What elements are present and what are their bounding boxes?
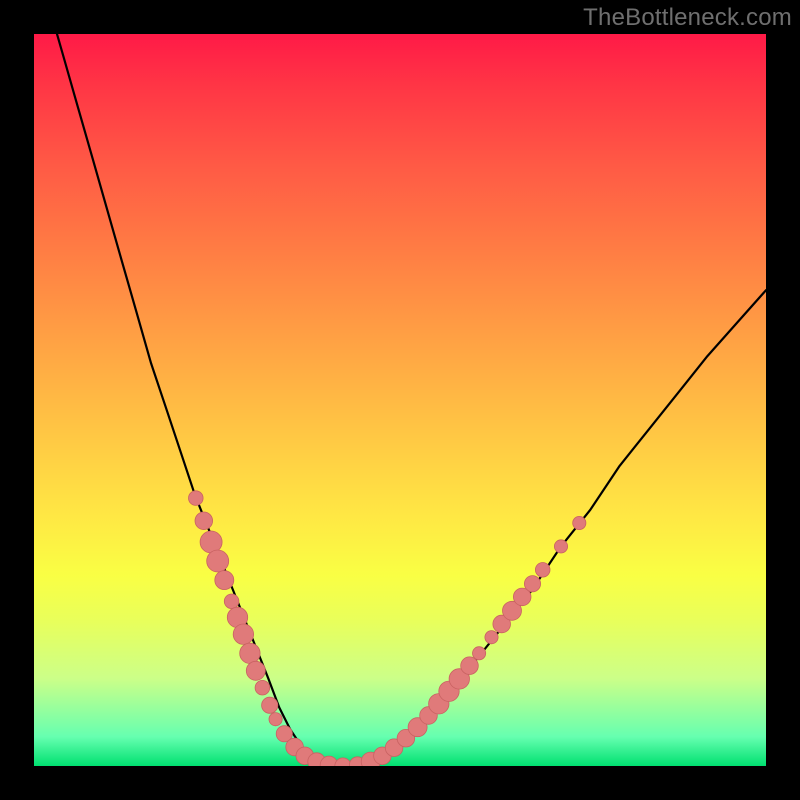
watermark-text: TheBottleneck.com	[583, 4, 792, 32]
bottleneck-curve	[34, 34, 766, 766]
bead-point	[240, 643, 260, 663]
bead-point	[207, 550, 229, 572]
outer-frame: TheBottleneck.com	[0, 0, 800, 800]
bead-point	[233, 624, 253, 644]
bead-point	[461, 657, 479, 675]
chart-svg	[34, 34, 766, 766]
bead-point	[255, 680, 270, 695]
bead-point	[535, 563, 550, 578]
bead-point	[215, 571, 234, 590]
bead-point	[269, 713, 282, 726]
bead-point	[195, 512, 213, 530]
bead-point	[554, 540, 567, 553]
bead-point	[524, 576, 540, 592]
bead-point	[246, 661, 265, 680]
bead-point	[485, 631, 498, 644]
bead-point	[262, 697, 278, 713]
bead-point	[573, 516, 586, 529]
bead-point	[224, 594, 239, 609]
plot-area	[34, 34, 766, 766]
bead-point	[189, 491, 204, 506]
bead-point	[473, 647, 486, 660]
bead-cluster	[189, 491, 586, 766]
bead-point	[335, 758, 351, 766]
